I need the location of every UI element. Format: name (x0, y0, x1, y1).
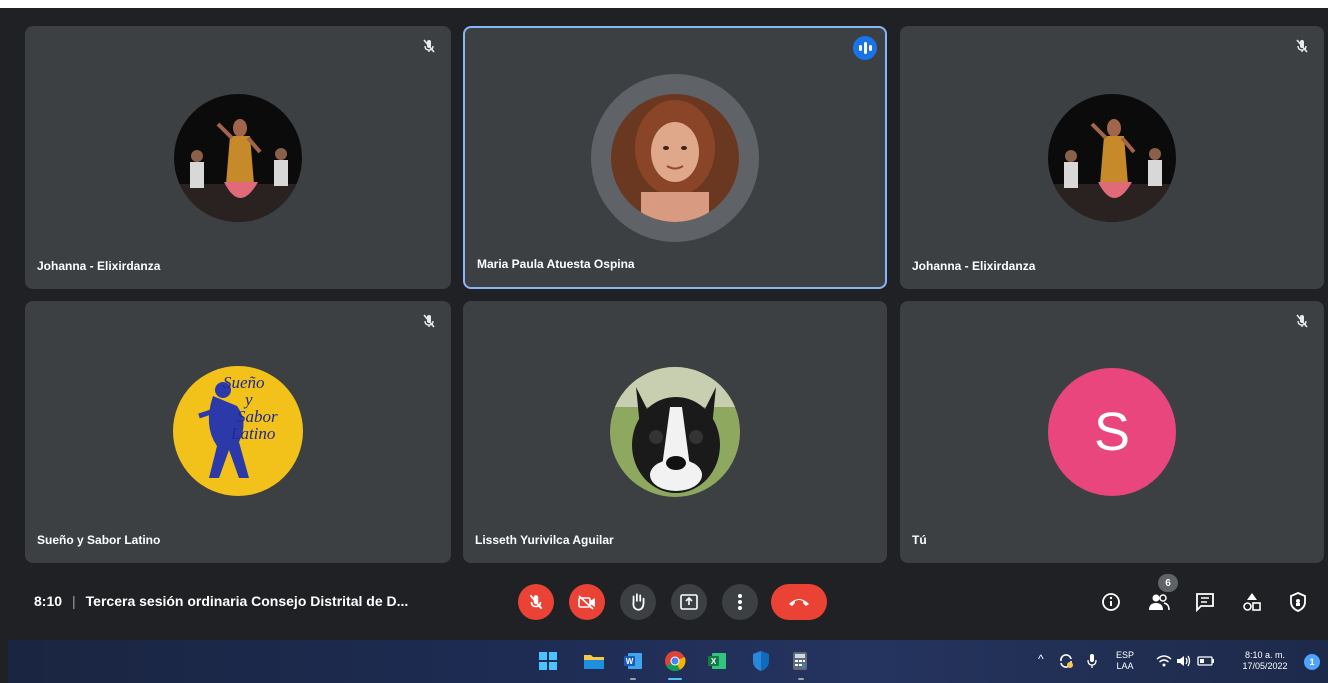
chat-button[interactable] (1191, 588, 1219, 616)
more-options-button[interactable] (722, 584, 758, 620)
participant-tile[interactable]: Johanna - Elixirdanza (900, 26, 1324, 289)
defender-icon (753, 651, 769, 671)
clock-time: 8:10 a. m. (1244, 650, 1286, 660)
microphone-icon (1087, 654, 1097, 668)
volume-icon (1177, 655, 1191, 667)
start-button[interactable] (536, 649, 560, 673)
activities-button[interactable] (1238, 588, 1266, 616)
window-top-edge (0, 0, 1328, 8)
sync-icon (1060, 654, 1073, 668)
excel-button[interactable]: X (705, 649, 729, 673)
participant-tile-active[interactable]: Maria Paula Atuesta Ospina (463, 26, 887, 289)
meeting-time: 8:10 (34, 593, 63, 609)
participant-tile[interactable]: Sueño y Sabor Latino Sueño y Sabor Latin… (25, 301, 451, 563)
logo-line: y (245, 390, 253, 409)
system-clock[interactable]: 8:10 a. m. 17/05/2022 (1234, 650, 1296, 672)
meeting-control-bar: 8:10 | Tercera sesión ordinaria Consejo Di… (0, 568, 1328, 640)
input-language[interactable]: ESP LAA (1116, 650, 1134, 672)
mic-muted-icon (423, 39, 435, 53)
participant-tile-self[interactable]: S Tú (900, 301, 1324, 563)
battery-icon (1197, 656, 1214, 666)
present-icon (680, 594, 698, 610)
sync-button[interactable] (1054, 649, 1078, 673)
calculator-button[interactable] (788, 649, 812, 673)
excel-icon: X (708, 653, 726, 669)
chrome-button[interactable] (663, 649, 687, 673)
file-explorer-icon (584, 655, 604, 669)
running-indicator (798, 678, 804, 680)
windows-start-icon (539, 652, 557, 670)
volume-button[interactable] (1172, 649, 1196, 673)
avatar-initial: S (1093, 402, 1131, 462)
mic-muted-icon (1296, 39, 1308, 53)
participant-avatar (1048, 94, 1176, 222)
camera-toggle-button[interactable] (569, 584, 605, 620)
windows-taskbar: W X ^ ESP LAA 8:10 a. m. 17/05/2022 1 (8, 640, 1328, 683)
language-code: ESP (1116, 650, 1135, 660)
more-options-icon (738, 594, 742, 610)
microphone-tray-button[interactable] (1080, 649, 1104, 673)
calculator-icon (793, 652, 807, 670)
file-explorer-button[interactable] (582, 649, 606, 673)
meeting-title: Tercera sesión ordinaria Consejo Distrit… (85, 593, 409, 609)
participant-avatar (611, 94, 739, 222)
raise-hand-icon (632, 593, 645, 611)
participant-name: Sueño y Sabor Latino (37, 533, 161, 547)
running-indicator (630, 678, 636, 680)
host-controls-button[interactable] (1284, 588, 1312, 616)
keyboard-layout: LAA (1116, 661, 1134, 671)
host-controls-icon (1290, 592, 1306, 612)
chrome-icon (665, 651, 686, 672)
end-call-icon (789, 599, 809, 606)
participant-name: Maria Paula Atuesta Ospina (477, 257, 635, 271)
meeting-details-button[interactable] (1097, 588, 1125, 616)
clock-date: 17/05/2022 (1242, 661, 1288, 671)
meeting-details: 8:10 | Tercera sesión ordinaria Consejo Di… (34, 593, 408, 609)
mic-muted-icon (1296, 314, 1308, 328)
mic-toggle-button[interactable] (518, 584, 554, 620)
participant-name: Lisseth Yurivilca Aguilar (475, 533, 614, 547)
svg-text:W: W (626, 657, 634, 666)
participant-name: Johanna - Elixirdanza (37, 259, 161, 273)
mic-muted-icon (423, 314, 435, 328)
camera-off-icon (578, 595, 595, 610)
participant-avatar (174, 94, 302, 222)
participant-tile[interactable]: Lisseth Yurivilca Aguilar (463, 301, 887, 563)
battery-button[interactable] (1194, 649, 1218, 673)
logo-line: Latino (231, 424, 276, 443)
initial-avatar: S (1048, 368, 1176, 496)
logo-line: Sabor (237, 407, 278, 426)
wifi-icon (1156, 655, 1172, 667)
participant-name: Johanna - Elixirdanza (912, 259, 1036, 273)
participant-avatar (610, 367, 740, 497)
present-screen-button[interactable] (671, 584, 707, 620)
people-icon (1149, 594, 1170, 611)
activities-icon (1243, 593, 1261, 611)
svg-text:X: X (711, 657, 717, 666)
word-button[interactable]: W (621, 649, 645, 673)
raise-hand-button[interactable] (620, 584, 656, 620)
info-icon (1102, 593, 1120, 611)
defender-button[interactable] (749, 649, 773, 673)
speaking-indicator-icon (853, 36, 877, 60)
participant-avatar: Sueño y Sabor Latino (173, 366, 303, 496)
active-indicator (668, 678, 682, 680)
word-icon: W (624, 653, 642, 669)
end-call-button[interactable] (771, 584, 827, 620)
notification-badge[interactable]: 1 (1304, 654, 1320, 670)
logo-line: Sueño (223, 373, 265, 392)
chat-icon (1196, 593, 1214, 612)
separator: | (72, 593, 76, 609)
participant-name: Tú (912, 533, 927, 547)
people-button[interactable] (1145, 588, 1173, 616)
chevron-up-icon[interactable]: ^ (1038, 653, 1044, 665)
participant-tile[interactable]: Johanna - Elixirdanza (25, 26, 451, 289)
mic-off-icon (529, 594, 543, 610)
